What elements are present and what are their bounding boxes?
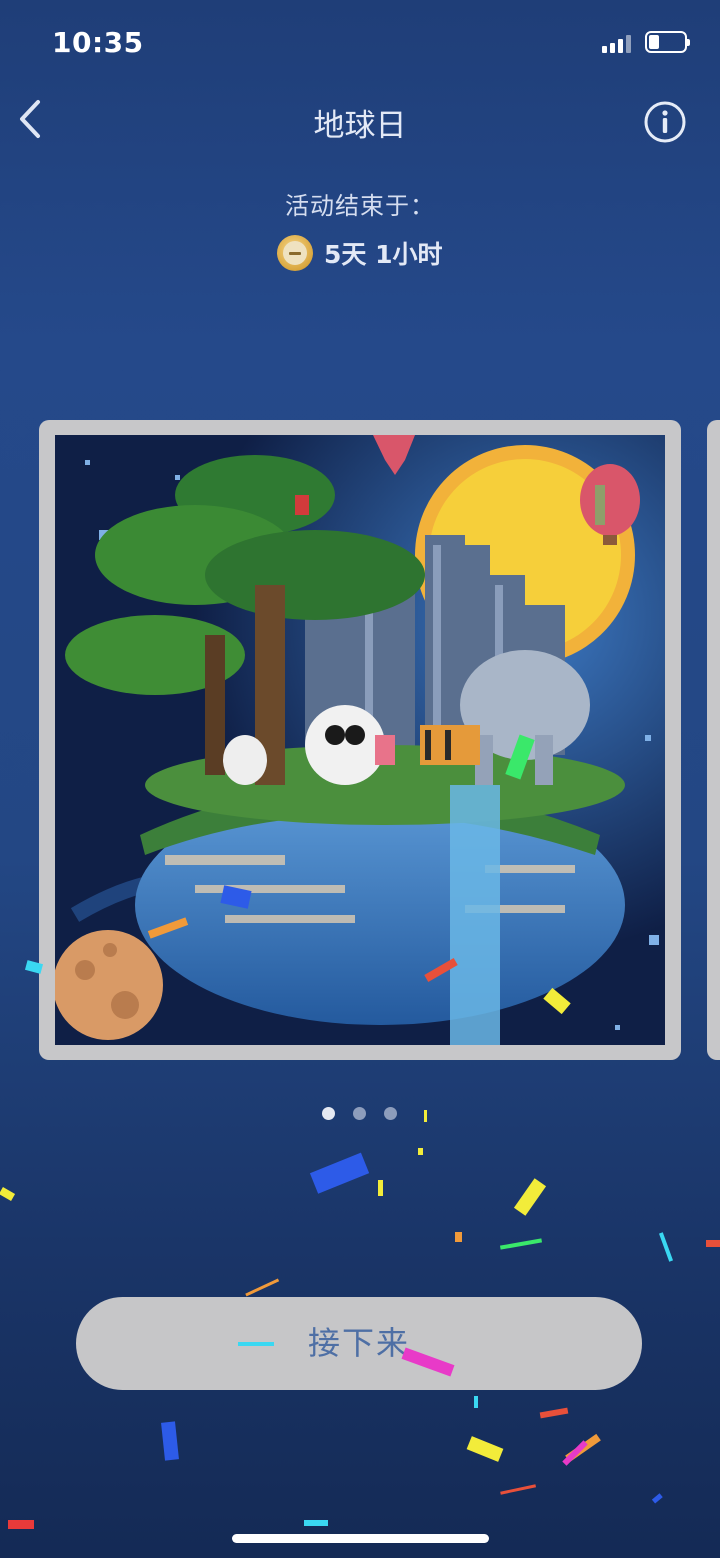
info-button[interactable]: [643, 100, 687, 144]
event-card-next-peek[interactable]: [707, 420, 720, 1060]
carousel-pager: [322, 1107, 415, 1120]
page-title: 地球日: [313, 108, 407, 144]
coin-clock-icon: [277, 235, 313, 271]
next-button[interactable]: 接下来: [76, 1297, 642, 1390]
pager-dot[interactable]: [322, 1107, 335, 1120]
status-bar: 10:35: [0, 0, 720, 86]
event-artwork-image[interactable]: [55, 435, 665, 1045]
cellular-signal-icon: [602, 33, 634, 53]
home-indicator: [232, 1534, 489, 1543]
pager-dot[interactable]: [353, 1107, 366, 1120]
status-time: 10:35: [52, 26, 144, 59]
battery-icon: [645, 31, 690, 53]
event-timer: 5天 1小时: [277, 233, 443, 273]
pager-dot[interactable]: [384, 1107, 397, 1120]
nav-header: 地球日: [0, 86, 720, 156]
event-ends-label: 活动结束于：: [285, 192, 435, 220]
event-remaining-time: 5天 1小时: [324, 240, 443, 269]
info-circle-icon: [644, 101, 686, 143]
